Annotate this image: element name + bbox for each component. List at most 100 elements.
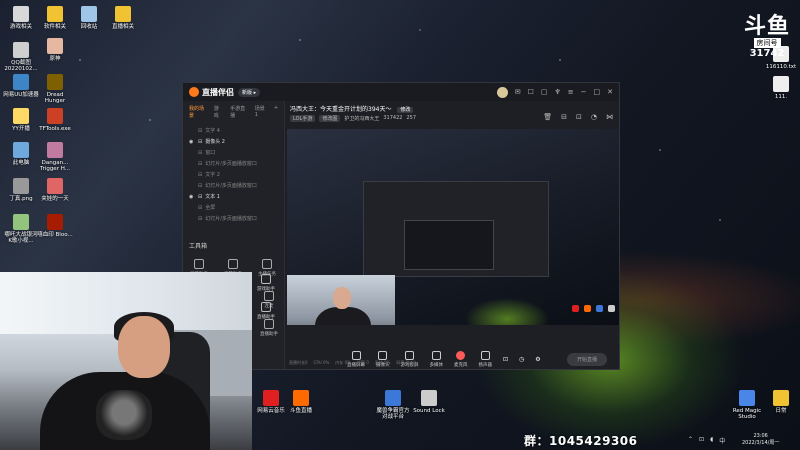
webcam-person-head (118, 316, 170, 378)
lock-icon[interactable]: ⊟ (198, 194, 202, 200)
scene-item[interactable]: ⊟ 全屏 (189, 202, 278, 213)
preview-webcam (287, 275, 395, 325)
desktop-icon-label: 原神 (49, 56, 61, 62)
room-meta-item[interactable]: 修改图 (319, 115, 341, 122)
tool-icon (261, 302, 271, 312)
scene-item[interactable]: ⊟ 文字 4 (189, 125, 278, 136)
lock-icon[interactable]: ⊟ (198, 183, 202, 189)
scene-item[interactable]: ◉ ⊟ 摄像头 2 (189, 136, 278, 147)
desktop-icon[interactable]: 网易UU加速器 (2, 74, 40, 98)
scene-item[interactable]: ⊟ 窗口 (189, 147, 278, 158)
add-scene-icon[interactable]: + (274, 105, 278, 119)
preview-person-body (315, 307, 371, 325)
status-item: 直播时长0 (289, 360, 308, 365)
edit-title-button[interactable]: 修改 (397, 107, 414, 113)
desktop-icon[interactable]: Red Magic Studio (728, 390, 766, 421)
lock-icon[interactable]: ⊟ (198, 205, 202, 211)
scene-item[interactable]: ⊟ 幻灯片/多页面播放窗口 (189, 180, 278, 191)
menu-icon[interactable]: ≡ (568, 88, 574, 96)
desktop-icon[interactable]: 111. (762, 76, 800, 100)
tool-button[interactable]: 直播助手 (257, 319, 281, 337)
lock-icon[interactable]: ⊟ (561, 113, 567, 121)
desktop-icon[interactable]: 此电脑 (2, 142, 40, 166)
desktop-icon-label: 斗鱼直播 (289, 408, 312, 414)
volume-icon[interactable]: ◖ (710, 436, 713, 445)
microphone-icon (456, 350, 466, 360)
app-icon (115, 6, 131, 22)
phone-cast-icon (405, 350, 414, 360)
scene-item[interactable]: ⊟ 幻灯片/多页面播放窗口 (189, 158, 278, 169)
scene-tab[interactable]: 场景1 (255, 105, 266, 119)
lock-icon[interactable]: ⊟ (198, 139, 202, 145)
lock-icon[interactable]: ⊟ (198, 172, 202, 178)
desktop-icon[interactable]: 回收站 (70, 6, 108, 30)
desktop-icon-label: Dread Hunger (44, 92, 66, 105)
scene-item[interactable]: ◉ ⊟ 文本 1 (189, 191, 278, 202)
tool-button[interactable]: 游戏助手 (254, 274, 278, 292)
camera-icon (378, 350, 388, 360)
desktop-icon[interactable]: Sound Lock (410, 390, 448, 414)
app-icon (739, 390, 755, 406)
scene-tab[interactable]: 我的场景 (189, 105, 206, 119)
version-badge[interactable]: 新版 ▸ (238, 87, 261, 97)
desktop-icon[interactable]: Dread Hunger (36, 74, 74, 105)
desktop-icon[interactable]: 游戏相关 (2, 6, 40, 30)
room-meta-item[interactable]: LOL手游 (290, 115, 316, 122)
lock-icon[interactable]: ⊟ (198, 216, 202, 222)
clock-date: 2022/3/14/周一 (742, 439, 780, 446)
chevron-up-icon[interactable]: ⌃ (688, 436, 693, 445)
share-icon[interactable]: ⋈ (606, 113, 613, 121)
desktop-icon-label: QQ截图 20220102... (4, 60, 38, 73)
lock-icon[interactable]: ⊟ (198, 161, 202, 167)
desktop-icon-label: 日常 (775, 408, 787, 414)
app-icon (81, 6, 97, 22)
douyu-logo: 斗鱼 (743, 14, 790, 39)
tool-button[interactable]: 直播助手 (254, 302, 278, 320)
desktop-icon[interactable]: 斗鱼直播 (282, 390, 320, 414)
lock-icon[interactable]: ⊟ (198, 150, 202, 156)
eye-icon[interactable]: ◉ (189, 194, 195, 200)
desktop-icon[interactable]: YY开播 (2, 108, 40, 132)
scene-tab[interactable]: 游戏 (214, 105, 222, 119)
network-icon[interactable]: ⊡ (699, 436, 704, 445)
clock[interactable]: 23:06 2022/3/14/周一 (742, 433, 779, 446)
bag-icon[interactable]: ⊡ (576, 113, 582, 121)
chat-icon[interactable]: ☐ (528, 88, 534, 96)
maximize-icon[interactable]: □ (594, 88, 601, 96)
desktop-icon[interactable]: 丁真.png (2, 178, 40, 202)
scene-tab[interactable]: 手游直播 (230, 105, 247, 119)
scene-name: 文本 1 (205, 194, 220, 200)
message-icon[interactable]: ▢ (541, 88, 548, 96)
scene-item[interactable]: ⊟ 文字 2 (189, 169, 278, 180)
desktop-icon[interactable]: 夹娃的一天 (36, 178, 74, 202)
desktop-icon[interactable]: 魔兽争霸官方 对战平台 (374, 390, 412, 421)
desktop-icon[interactable]: Dangan... Trigger H... (36, 142, 74, 173)
bell-icon[interactable]: ◔ (591, 113, 597, 121)
desktop-icon[interactable]: 日常 (762, 390, 800, 414)
desktop-icon[interactable]: 软件相关 (36, 6, 74, 30)
ime-icon[interactable]: 中 (719, 436, 725, 445)
system-tray: ⌃ ⊡ ◖ 中 (688, 436, 725, 445)
app-title: 直播伴侣 (202, 87, 234, 97)
eye-icon[interactable]: ◉ (189, 139, 195, 145)
user-avatar[interactable] (496, 86, 508, 98)
trash-icon[interactable]: 🗑 (543, 113, 552, 121)
toolbox-title: 工具箱 (189, 243, 208, 250)
tool-label: 直播助手 (257, 315, 275, 320)
shirt-icon[interactable]: ♆ (554, 88, 560, 96)
desktop-icon[interactable]: 嘻血印 Bloo... (36, 214, 74, 238)
scene-item[interactable]: ⊟ 幻灯片/多页面播放窗口 (189, 213, 278, 224)
tool-label: 游戏助手 (257, 287, 275, 292)
desktop-icon[interactable]: 哪吒大战银河 K歌小视... (2, 214, 40, 245)
desktop-icon[interactable]: 直播相关 (104, 6, 142, 30)
desktop-icon[interactable]: 原神 (36, 38, 74, 62)
desktop-icon-label: 直播相关 (111, 24, 134, 30)
live-preview[interactable] (287, 129, 619, 325)
close-icon[interactable]: ✕ (607, 88, 613, 96)
app-icon (47, 6, 63, 22)
minimize-icon[interactable]: − (581, 88, 587, 96)
lock-icon[interactable]: ⊟ (198, 128, 202, 134)
mail-icon[interactable]: ✉ (515, 88, 521, 96)
desktop-icon[interactable]: QQ截图 20220102... (2, 42, 40, 73)
desktop-icon[interactable]: TFTools.exe (36, 108, 74, 132)
